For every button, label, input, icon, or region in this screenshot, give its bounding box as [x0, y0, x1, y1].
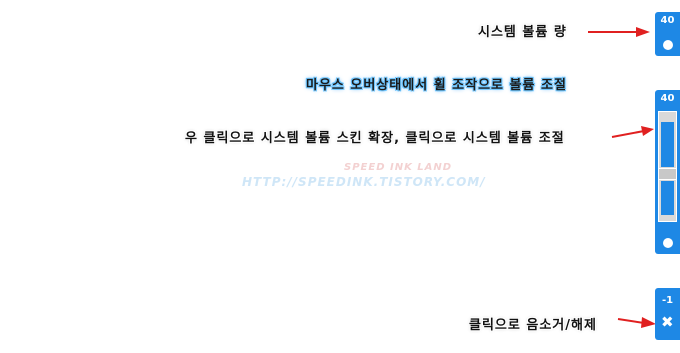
- close-x-icon[interactable]: ✖: [661, 313, 674, 331]
- right-click-annotation: 우 클릭으로 시스템 볼륨 스킨 확장, 클릭으로 시스템 볼륨 조절: [185, 131, 565, 146]
- compact-volume-widget[interactable]: 40: [655, 12, 680, 56]
- arrow-to-expanded-widget: [611, 126, 654, 138]
- volume-slider-track[interactable]: [658, 111, 677, 222]
- expanded-volume-value: 40: [660, 93, 675, 104]
- muted-volume-value: -1: [661, 295, 674, 306]
- volume-annotation: 시스템 볼륨 량: [478, 25, 567, 40]
- compact-volume-value: 40: [660, 15, 675, 26]
- wheel-annotation: 마우스 오버상태에서 휠 조작으로 볼륨 조절: [306, 78, 567, 93]
- mute-annotation: 클릭으로 음소거/해제: [469, 318, 597, 333]
- mute-volume-widget[interactable]: -1 ✖: [655, 288, 680, 340]
- watermark-site-name: SPEED INK LAND: [344, 162, 453, 173]
- arrow-to-mute-widget: [617, 317, 656, 328]
- watermark-url: HTTP://SPEEDINK.TISTORY.COM/: [242, 175, 486, 189]
- volume-slider-thumb[interactable]: [659, 168, 676, 180]
- expanded-volume-widget[interactable]: 40: [655, 90, 680, 254]
- circle-dot-icon: [663, 40, 673, 50]
- volume-slider-fill-upper: [661, 122, 674, 167]
- circle-dot-icon: [663, 238, 673, 248]
- volume-slider-fill-lower: [661, 181, 674, 215]
- arrow-to-compact-widget: [588, 27, 650, 37]
